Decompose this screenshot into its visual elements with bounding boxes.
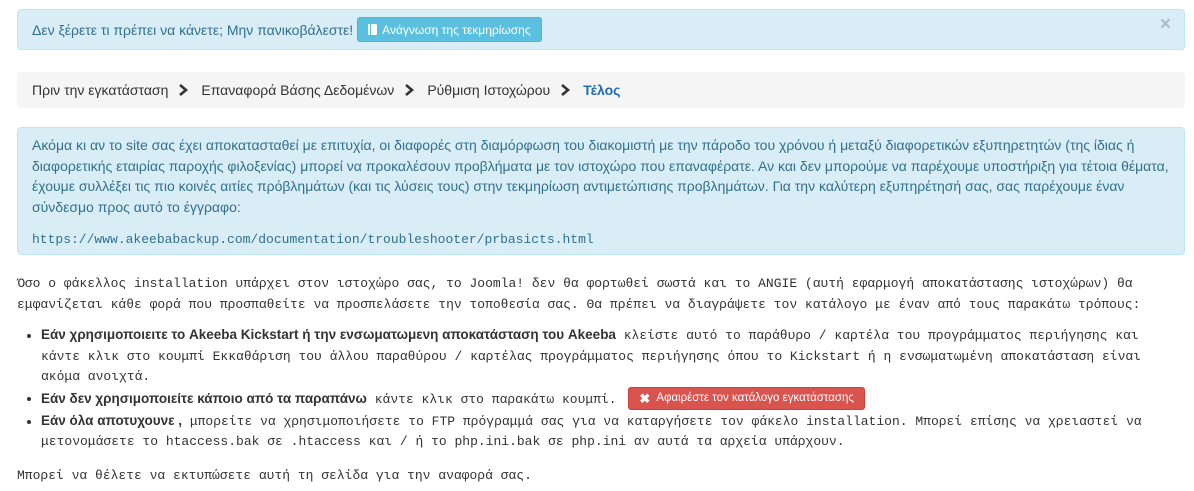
breadcrumb-item-preinstall[interactable]: Πριν την εγκατάσταση (32, 82, 168, 98)
cleanup-instructions: Όσο ο φάκελλος installation υπάρχει στον… (17, 274, 1185, 486)
troubleshooting-info-alert: Ακόμα κι αν το site σας έχει αποκατασταθ… (17, 127, 1185, 255)
close-icon[interactable]: × (1160, 15, 1171, 34)
removal-methods-list: Εάν χρησιμοποιειτε το Akeeba Kickstart ή… (17, 325, 1185, 453)
breadcrumb-item-site-setup[interactable]: Ρύθμιση Ιστοχώρου (427, 82, 550, 98)
breadcrumb: Πριν την εγκατάσταση Επαναφορά Βάσης Δεδ… (17, 72, 1185, 108)
help-alert: Δεν ξέρετε τι πρέπει να κάνετε; Μην πανι… (17, 9, 1185, 50)
method-title: Εάν όλα αποτυχουνε , (41, 412, 183, 428)
remove-installation-label: Αφαιρέστε τον κατάλογο εγκατάστασης (656, 391, 854, 404)
read-documentation-button[interactable]: Ανάγνωση της τεκμηρίωσης (357, 17, 542, 42)
chevron-right-icon (176, 83, 190, 97)
intro-paragraph: Όσο ο φάκελλος installation υπάρχει στον… (17, 276, 1141, 312)
print-footnote: Μπορεί να θέλετε να εκτυπώσετε αυτή τη σ… (17, 467, 532, 483)
method-title: Εάν δεν χρησιμοποιείτε κάποιο από τα παρ… (41, 390, 367, 406)
method-text: μπορείτε να χρησιμοποιήσετε το FTP πρόγρ… (41, 413, 1142, 450)
method-text: κάντε κλικ στο παρακάτω κουμπί. (366, 391, 617, 407)
chevron-right-icon (558, 83, 572, 97)
chevron-right-icon (402, 83, 416, 97)
breadcrumb-item-database[interactable]: Επαναφορά Βάσης Δεδομένων (201, 82, 394, 98)
troubleshooting-info-text: Ακόμα κι αν το site σας έχει αποκατασταθ… (32, 137, 1169, 215)
book-icon (368, 24, 378, 35)
remove-installation-directory-button[interactable]: ✖ Αφαιρέστε τον κατάλογο εγκατάστασης (628, 386, 865, 410)
help-alert-message: Δεν ξέρετε τι πρέπει να κάνετε; Μην πανι… (32, 21, 354, 38)
method-title: Εάν χρησιμοποιειτε το Akeeba Kickstart ή… (41, 327, 616, 342)
breadcrumb-item-finish: Τέλος (583, 82, 621, 98)
list-item: Εάν δεν χρησιμοποιείτε κάποιο από τα παρ… (41, 386, 1185, 411)
list-item: Εάν όλα αποτυχουνε , μπορείτε να χρησιμο… (41, 411, 1185, 453)
read-documentation-label: Ανάγνωση της τεκμηρίωσης (382, 22, 531, 37)
remove-icon: ✖ (639, 390, 651, 406)
troubleshooter-link[interactable]: https://www.akeebabackup.com/documentati… (32, 230, 1170, 251)
list-item: Εάν χρησιμοποιειτε το Akeeba Kickstart ή… (41, 325, 1185, 388)
